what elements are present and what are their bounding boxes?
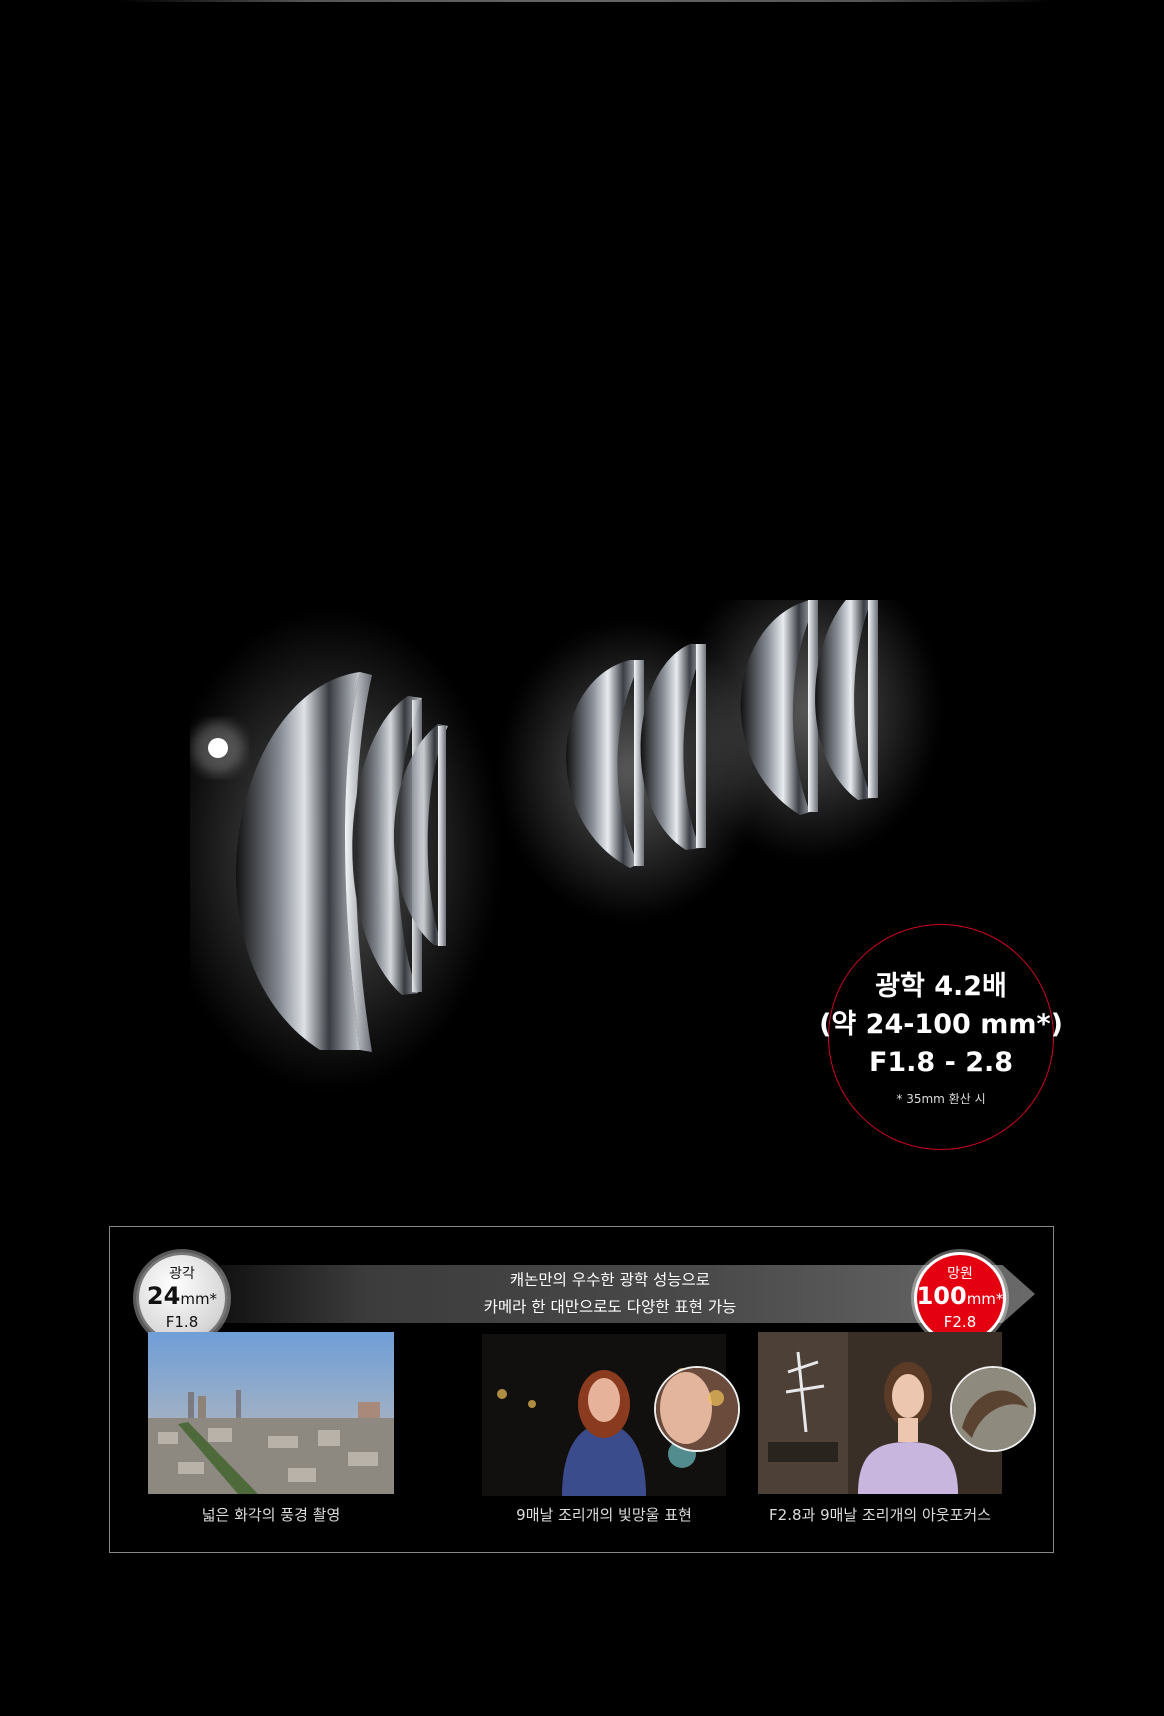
wide-angle-badge: 광각 24mm* F1.8 [136,1252,228,1344]
telephoto-badge: 망원 100mm* F2.8 [914,1252,1006,1344]
banner-line-2: 카메라 한 대만으로도 다양한 표현 가능 [483,1298,737,1316]
optical-spec-circle: 광학 4.2배 (약 24-100 mm*) F1.8 - 2.8 * 35mm… [819,924,1063,1150]
wide-aperture: F1.8 [165,1312,199,1331]
conversion-note: * 35mm 환산 시 [896,1091,986,1106]
tele-label: 망원 [947,1265,973,1282]
banner-text: 캐논만의 우수한 광학 성능으로 카메라 한 대만으로도 다양한 표현 가능 [380,1265,840,1323]
caption-portrait: F2.8과 9매날 조리개의 아웃포커스 [769,1506,991,1524]
banner-line-1: 캐논만의 우수한 광학 성능으로 [509,1271,711,1289]
optical-zoom: 광학 4.2배 [875,970,1007,1002]
hair-detail-inset [950,1366,1036,1452]
aperture-range: F1.8 - 2.8 [868,1046,1014,1078]
tele-unit: mm* [966,1289,1004,1308]
caption-bokeh: 9매날 조리개의 빛망울 표현 [516,1506,692,1524]
tele-focal: 100 [916,1281,967,1310]
focal-range: (약 24-100 mm*) [819,1008,1063,1040]
caption-landscape: 넓은 화각의 풍경 촬영 [201,1506,341,1524]
wide-focal: 24 [146,1281,181,1310]
wide-unit: mm* [180,1289,218,1308]
tele-aperture: F2.8 [943,1312,977,1331]
landscape-photo [148,1332,394,1494]
bokeh-inset [654,1366,740,1452]
wide-label: 광각 [169,1265,195,1282]
top-divider [120,0,1050,2]
